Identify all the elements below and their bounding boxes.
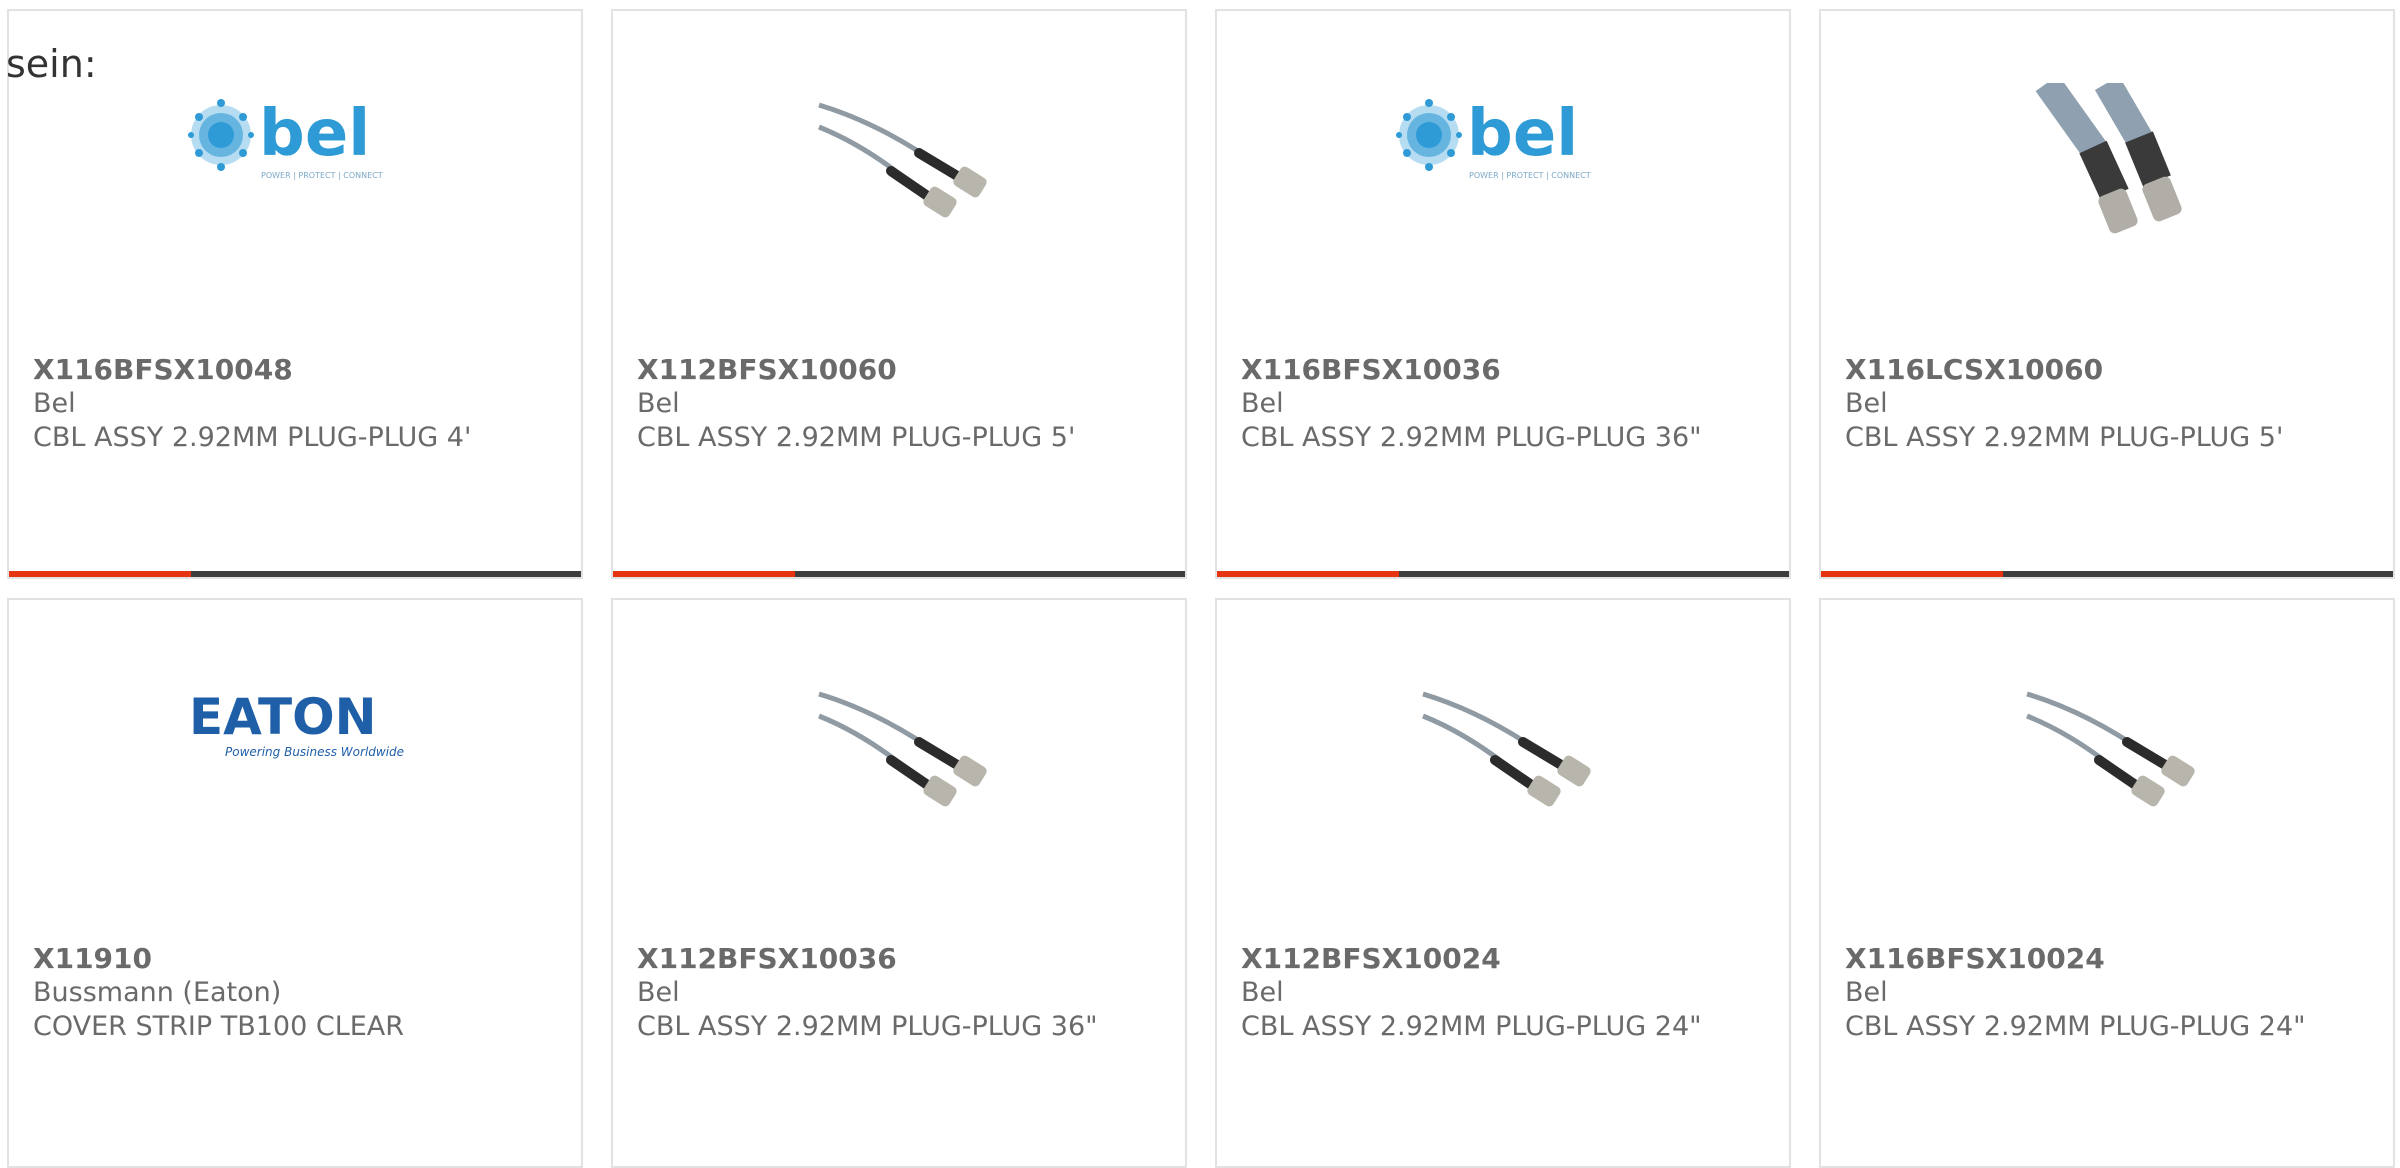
manufacturer-name: Bel (33, 388, 76, 419)
product-image[interactable] (1217, 666, 1789, 886)
part-number-link[interactable]: X112BFSX10024 (1241, 942, 1765, 976)
section-heading: sein: (6, 42, 97, 86)
product-image[interactable]: EATON Powering Business Worldwide (9, 666, 581, 886)
bel-logo-icon: bel POWER | PROTECT | CONNECT (188, 97, 383, 180)
product-description: CBL ASSY 2.92MM PLUG-PLUG 36" (637, 1011, 1098, 1042)
coax-cable-icon (818, 102, 987, 218)
svg-text:bel: bel (259, 97, 370, 171)
manufacturer-name: Bel (1241, 388, 1284, 419)
manufacturer-name: Bel (637, 388, 680, 419)
product-description: CBL ASSY 2.92MM PLUG-PLUG 5' (637, 422, 1076, 453)
manufacturer-name: Bel (637, 977, 680, 1008)
part-number-link[interactable]: X116BFSX10048 (33, 353, 557, 387)
part-number-link[interactable]: X116BFSX10036 (1241, 353, 1765, 387)
svg-text:EATON: EATON (189, 688, 376, 746)
part-number-link[interactable]: X112BFSX10060 (637, 353, 1161, 387)
product-description: CBL ASSY 2.92MM PLUG-PLUG 5' (1845, 422, 2284, 453)
part-number-link[interactable]: X11910 (33, 942, 557, 976)
product-image[interactable] (1821, 83, 2393, 303)
product-description: CBL ASSY 2.92MM PLUG-PLUG 24" (1241, 1011, 1702, 1042)
product-image[interactable] (613, 666, 1185, 886)
coax-cable-icon (818, 691, 987, 807)
coax-cable-icon (2026, 691, 2195, 807)
coax-cable-closeup-icon (2007, 83, 2207, 273)
product-card[interactable]: X116BFSX10024 Bel CBL ASSY 2.92MM PLUG-P… (1819, 598, 2395, 1168)
manufacturer-name: Bel (1845, 977, 1888, 1008)
card-bottom-bar (613, 571, 1185, 577)
part-number-link[interactable]: X112BFSX10036 (637, 942, 1161, 976)
product-card[interactable]: X112BFSX10024 Bel CBL ASSY 2.92MM PLUG-P… (1215, 598, 1791, 1168)
card-bottom-bar (9, 571, 581, 577)
svg-text:POWER | PROTECT | CONNECT: POWER | PROTECT | CONNECT (1469, 171, 1591, 180)
svg-text:bel: bel (1467, 97, 1578, 171)
eaton-logo-icon: EATON Powering Business Worldwide (189, 688, 404, 759)
product-image[interactable] (613, 77, 1185, 297)
svg-text:Powering Business Worldwide: Powering Business Worldwide (225, 745, 404, 759)
manufacturer-name: Bel (1241, 977, 1284, 1008)
product-card[interactable]: EATON Powering Business Worldwide X11910… (7, 598, 583, 1168)
coax-cable-icon (1422, 691, 1591, 807)
card-bottom-bar (1217, 571, 1789, 577)
card-bottom-bar (1821, 571, 2393, 577)
product-card[interactable]: bel POWER | PROTECT | CONNECT X116BFSX10… (1215, 9, 1791, 579)
part-number-link[interactable]: X116BFSX10024 (1845, 942, 2369, 976)
product-image[interactable] (1821, 666, 2393, 886)
product-card[interactable]: X112BFSX10036 Bel CBL ASSY 2.92MM PLUG-P… (611, 598, 1187, 1168)
manufacturer-name: Bel (1845, 388, 1888, 419)
product-image[interactable]: bel POWER | PROTECT | CONNECT (1217, 77, 1789, 297)
product-card[interactable]: X116LCSX10060 Bel CBL ASSY 2.92MM PLUG-P… (1819, 9, 2395, 579)
product-image[interactable]: bel POWER | PROTECT | CONNECT (9, 77, 581, 297)
product-card[interactable]: X112BFSX10060 Bel CBL ASSY 2.92MM PLUG-P… (611, 9, 1187, 579)
part-number-link[interactable]: X116LCSX10060 (1845, 353, 2369, 387)
product-description: CBL ASSY 2.92MM PLUG-PLUG 4' (33, 422, 472, 453)
bel-logo-icon: bel POWER | PROTECT | CONNECT (1396, 97, 1591, 180)
product-description: CBL ASSY 2.92MM PLUG-PLUG 24" (1845, 1011, 2306, 1042)
product-description: CBL ASSY 2.92MM PLUG-PLUG 36" (1241, 422, 1702, 453)
svg-text:POWER | PROTECT | CONNECT: POWER | PROTECT | CONNECT (261, 171, 383, 180)
product-description: COVER STRIP TB100 CLEAR (33, 1011, 405, 1042)
product-card[interactable]: bel POWER | PROTECT | CONNECT X116BFSX10… (7, 9, 583, 579)
manufacturer-name: Bussmann (Eaton) (33, 977, 282, 1008)
